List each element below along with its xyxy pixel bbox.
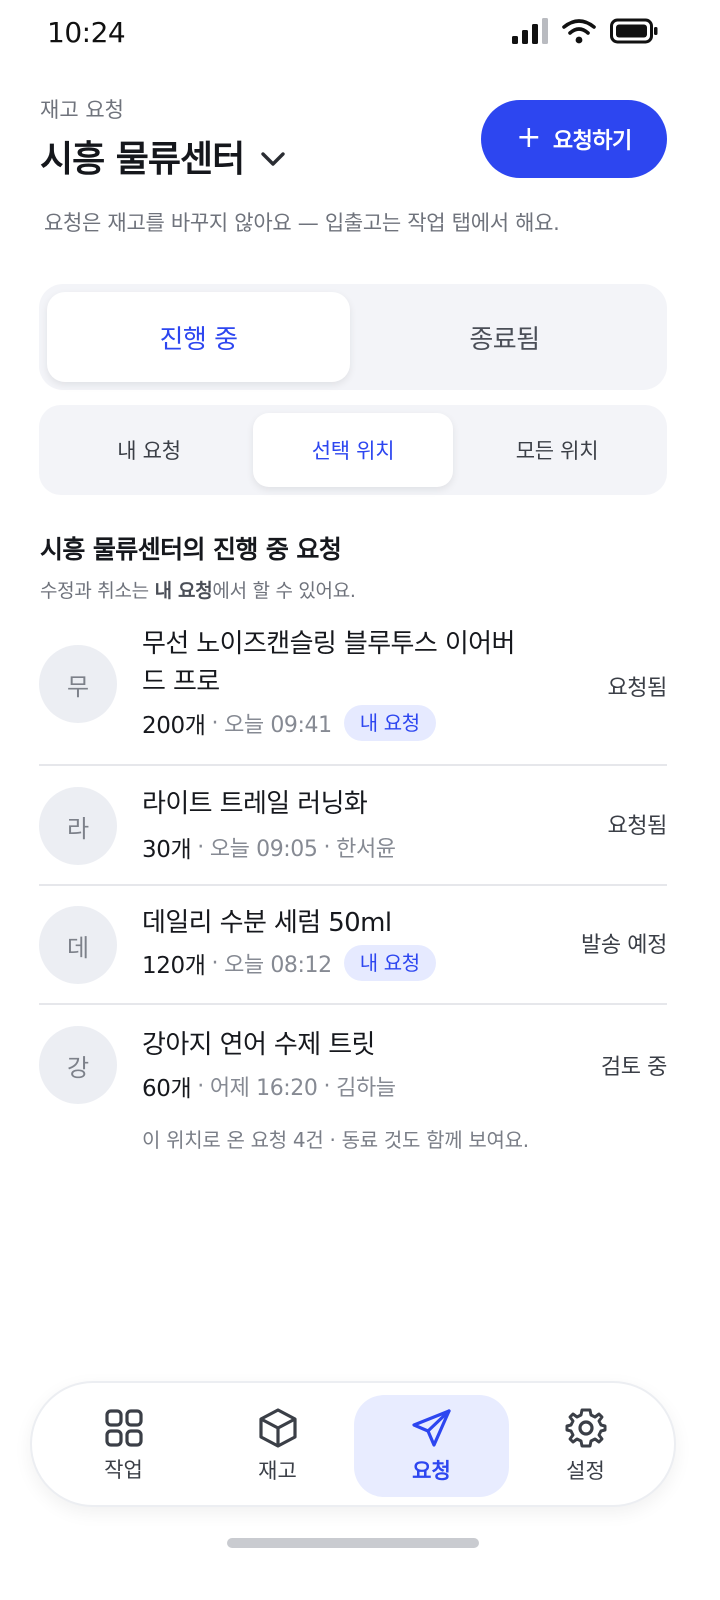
nav-label: 재고 xyxy=(258,1459,297,1483)
nav-label: 작업 xyxy=(104,1458,143,1482)
home-indicator xyxy=(227,1538,479,1548)
gear-icon xyxy=(565,1408,606,1448)
divider xyxy=(39,1003,667,1005)
item-avatar: 무 xyxy=(39,645,117,723)
plus-icon: + xyxy=(516,119,541,155)
request-row[interactable]: 강 강아지 연어 수제 트릿 60개 · 어제 16:20 · 김하늘 검토 중 xyxy=(39,1024,667,1120)
status-time: 10:24 xyxy=(47,16,126,49)
item-meta: 200개 · 오늘 09:41 내 요청 xyxy=(142,705,436,741)
section-title: 시흥 물류센터의 진행 중 요청 xyxy=(40,535,342,564)
my-request-badge: 내 요청 xyxy=(343,945,436,981)
grid-icon xyxy=(104,1409,143,1447)
scope-all-locations[interactable]: 모든 위치 xyxy=(453,413,661,487)
status-label: 발송 예정 xyxy=(581,933,667,958)
send-icon xyxy=(411,1409,451,1447)
box-icon xyxy=(258,1408,297,1448)
meta-separator: · xyxy=(197,1073,204,1099)
meta-separator: · xyxy=(323,834,331,860)
status-icons xyxy=(512,18,658,44)
meta-separator: · xyxy=(211,710,219,736)
section-hint-pre: 수정과 취소는 xyxy=(40,580,155,602)
item-name: 데일리 수분 세럼 50ml xyxy=(142,908,392,938)
request-row[interactable]: 무 무선 노이즈캔슬링 블루투스 이어버드 프로 200개 · 오늘 09:41… xyxy=(39,628,667,764)
item-quantity: 120개 xyxy=(142,953,206,979)
section-hint-post: 에서 할 수 있어요. xyxy=(212,580,356,602)
item-time: 오늘 08:12 xyxy=(224,953,332,978)
request-row[interactable]: 데 데일리 수분 세럼 50ml 120개 · 오늘 08:12 내 요청 발송… xyxy=(39,904,667,1000)
new-request-label: 요청하기 xyxy=(552,129,632,154)
battery-icon xyxy=(610,18,658,44)
item-quantity: 60개 xyxy=(142,1076,192,1102)
item-time: 어제 16:20 xyxy=(209,1076,318,1101)
item-quantity: 200개 xyxy=(142,713,206,739)
meta-separator: · xyxy=(211,950,219,976)
request-row[interactable]: 라 라이트 트레일 러닝화 30개 · 오늘 09:05 · 한서윤 요청됨 xyxy=(39,785,667,881)
scope-my-requests[interactable]: 내 요청 xyxy=(45,413,253,487)
item-requester: 한서윤 xyxy=(336,837,396,862)
divider xyxy=(39,884,667,886)
item-avatar: 라 xyxy=(39,787,117,865)
chevron-down-icon xyxy=(260,150,286,168)
state-tabs: 진행 중 종료됨 xyxy=(39,284,667,390)
page-title: 시흥 물류센터 xyxy=(40,139,245,180)
item-name: 강아지 연어 수제 트릿 xyxy=(142,1030,375,1060)
item-meta: 30개 · 오늘 09:05 · 한서윤 xyxy=(142,830,396,864)
bottom-nav: 작업 재고 요청 설정 xyxy=(30,1381,676,1507)
meta-separator: · xyxy=(197,834,204,860)
nav-item-inventory[interactable]: 재고 xyxy=(200,1395,355,1497)
status-label: 요청됨 xyxy=(607,814,667,839)
page-subtitle: 요청은 재고를 바꾸지 않아요 — 입출고는 작업 탭에서 해요. xyxy=(44,211,560,235)
signal-icon xyxy=(512,18,548,44)
nav-item-settings[interactable]: 설정 xyxy=(508,1395,663,1497)
page-eyebrow: 재고 요청 xyxy=(40,98,124,122)
status-label: 요청됨 xyxy=(607,676,667,701)
nav-label: 설정 xyxy=(566,1459,605,1483)
item-avatar: 데 xyxy=(39,906,117,984)
item-quantity: 30개 xyxy=(142,837,192,863)
status-label: 검토 중 xyxy=(600,1055,668,1080)
scope-tabs: 내 요청 선택 위치 모든 위치 xyxy=(39,405,667,495)
my-request-badge: 내 요청 xyxy=(343,705,436,741)
section-hint-bold: 내 요청 xyxy=(154,580,213,602)
divider xyxy=(39,764,667,766)
list-footnote: 이 위치로 온 요청 4건 · 동료 것도 함께 보여요. xyxy=(142,1128,529,1152)
nav-label: 요청 xyxy=(412,1459,451,1483)
item-time: 오늘 09:41 xyxy=(224,713,332,738)
item-name: 라이트 트레일 러닝화 xyxy=(142,789,368,819)
location-selector[interactable]: 시흥 물류센터 xyxy=(40,130,286,182)
item-name: 무선 노이즈캔슬링 블루투스 이어버드 프로 xyxy=(142,629,515,697)
status-bar: 10:24 xyxy=(0,0,720,70)
new-request-button[interactable]: + 요청하기 xyxy=(481,100,667,178)
scope-selected-location[interactable]: 선택 위치 xyxy=(253,413,453,487)
nav-item-tasks[interactable]: 작업 xyxy=(46,1395,201,1497)
tab-closed[interactable]: 종료됨 xyxy=(350,292,659,382)
item-time: 오늘 09:05 xyxy=(209,837,318,862)
item-avatar: 강 xyxy=(39,1026,117,1104)
wifi-icon xyxy=(562,19,596,44)
item-requester: 김하늘 xyxy=(336,1076,396,1101)
tab-in-progress[interactable]: 진행 중 xyxy=(47,292,350,382)
meta-separator: · xyxy=(323,1073,331,1099)
item-meta: 60개 · 어제 16:20 · 김하늘 xyxy=(142,1069,396,1103)
nav-item-requests[interactable]: 요청 xyxy=(354,1395,509,1497)
item-meta: 120개 · 오늘 08:12 내 요청 xyxy=(142,945,436,981)
section-hint: 수정과 취소는 내 요청에서 할 수 있어요. xyxy=(40,576,356,603)
